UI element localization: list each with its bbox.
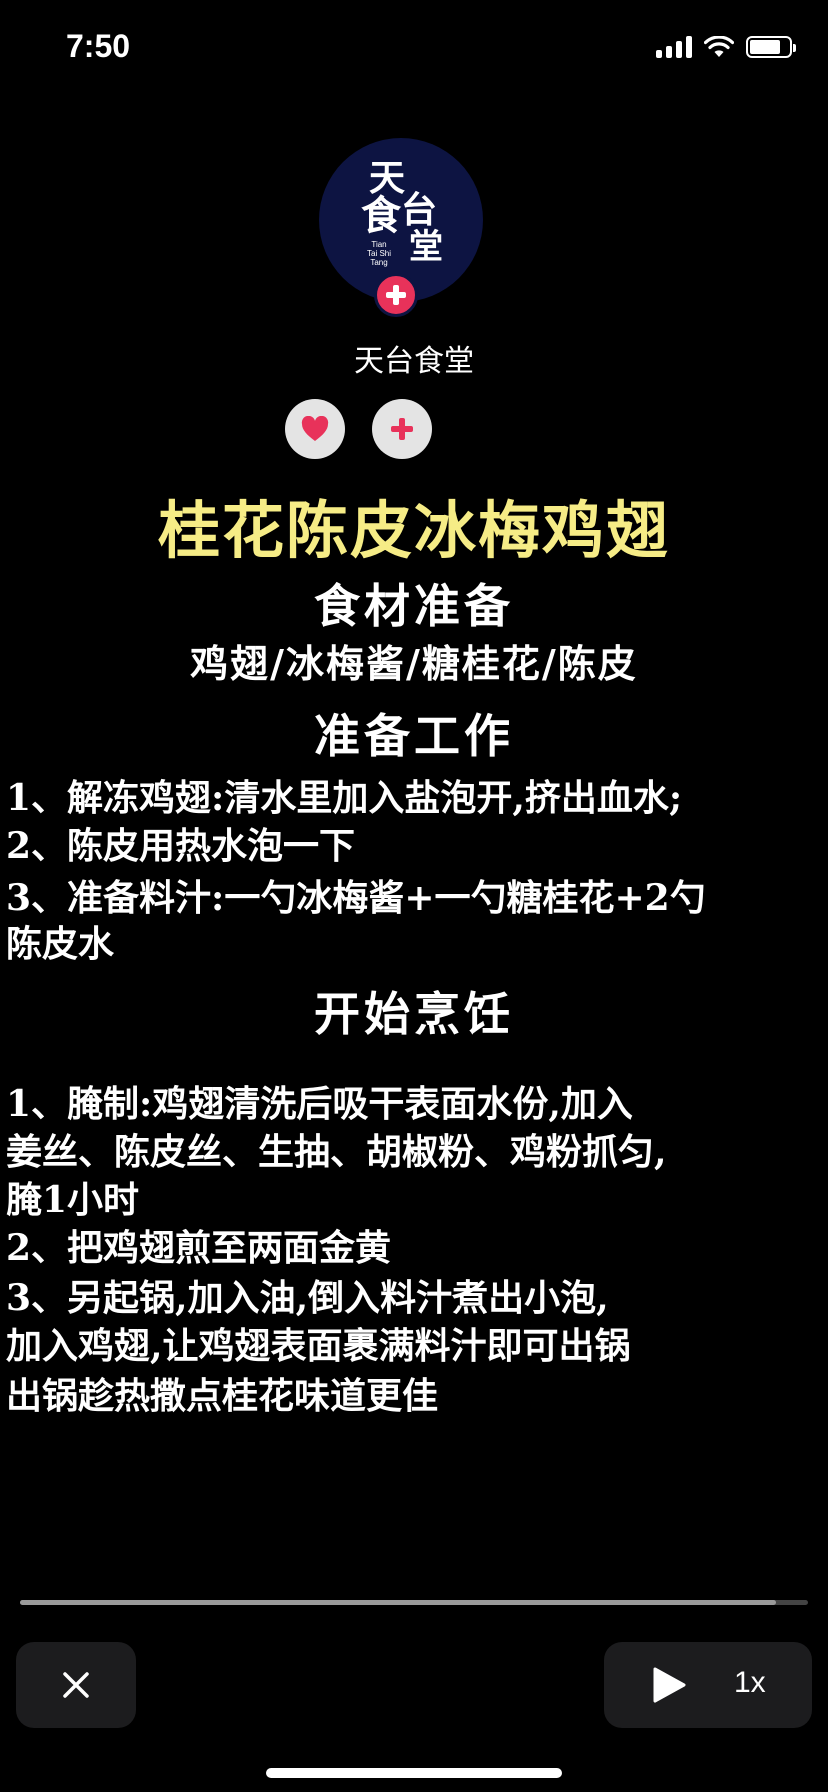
home-indicator[interactable] (266, 1768, 562, 1778)
playback-progress-bar[interactable] (20, 1600, 808, 1605)
cook-heading: 开始烹饪 (314, 987, 514, 1041)
like-button[interactable] (285, 399, 345, 459)
battery-level (750, 40, 780, 54)
status-time: 7:50 (66, 28, 131, 64)
prep-step: 1、解冻鸡翅:清水里加入盐泡开,挤出血水; (6, 777, 683, 819)
cook-step: 2、把鸡翅煎至两面金黄 (6, 1227, 392, 1269)
ingredients-list: 鸡翅/冰梅酱/糖桂花/陈皮 (190, 641, 638, 686)
recipe-title: 桂花陈皮冰梅鸡翅 (157, 494, 670, 567)
account-avatar[interactable]: 天 食 台 堂 Tian Tai Shi Tang (319, 138, 483, 317)
status-bar: 7:50 (0, 0, 828, 100)
logo-char: 天 (369, 157, 406, 199)
cook-step: 腌1小时 (6, 1179, 140, 1221)
prep-step: 2、陈皮用热水泡一下 (6, 825, 356, 867)
logo-subtitle: Tian Tai Shi Tang (367, 240, 392, 267)
account-name: 天台食堂 (354, 344, 474, 379)
prep-step: 陈皮水 (6, 923, 115, 965)
playback-progress-fill (20, 1600, 777, 1605)
cook-step: 1、腌制:鸡翅清洗后吸干表面水份,加入 (6, 1083, 633, 1125)
plus-icon (386, 285, 406, 305)
ingredients-heading: 食材准备 (314, 579, 514, 633)
plus-icon (391, 418, 413, 440)
logo-char: 堂 (409, 227, 443, 267)
close-icon (63, 1672, 89, 1698)
prep-step: 3、准备料汁:一勺冰梅酱+一勺糖桂花+2勺 (6, 877, 706, 919)
player-controls: 1x (604, 1642, 812, 1728)
follow-badge[interactable] (374, 273, 418, 317)
wifi-icon (704, 36, 734, 57)
heart-icon (301, 416, 329, 441)
add-button[interactable] (372, 399, 432, 459)
prep-heading: 准备工作 (314, 709, 514, 763)
logo-char: 台 (401, 189, 438, 231)
cellular-signal-icon (656, 36, 692, 58)
cook-step: 3、另起锅,加入油,倒入料汁煮出小泡, (6, 1277, 609, 1319)
status-icons (656, 36, 796, 58)
play-icon[interactable] (652, 1667, 686, 1703)
playback-speed-button[interactable]: 1x (734, 1666, 766, 1700)
logo-char: 食 (361, 192, 401, 239)
cook-step: 姜丝、陈皮丝、生抽、胡椒粉、鸡粉抓匀, (6, 1131, 667, 1173)
close-button[interactable] (16, 1642, 136, 1728)
battery-icon (746, 36, 796, 58)
cook-step: 加入鸡翅,让鸡翅表面裹满料汁即可出锅 (6, 1325, 631, 1367)
cook-step: 出锅趁热撒点桂花味道更佳 (6, 1375, 439, 1417)
